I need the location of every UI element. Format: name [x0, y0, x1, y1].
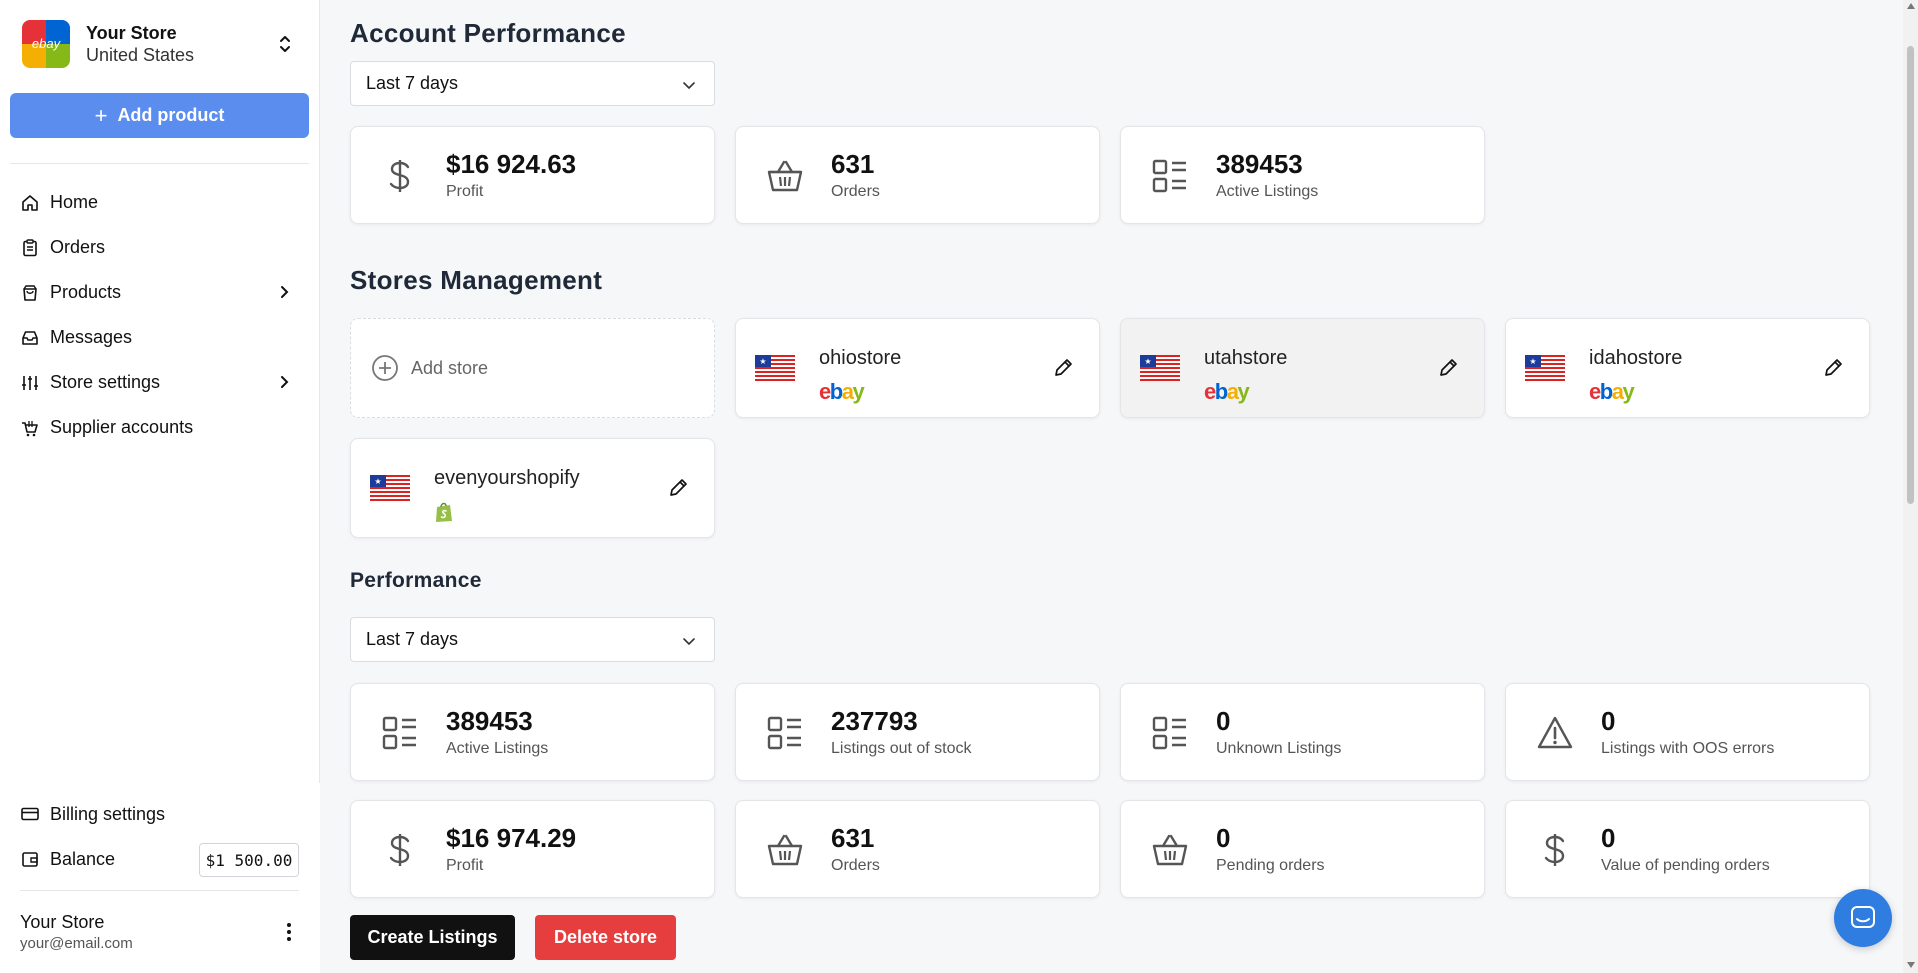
orders-card: 631 Orders: [735, 126, 1100, 224]
wallet-icon: [22, 852, 38, 867]
svg-text:★: ★: [759, 357, 766, 366]
chevron-down-icon: [683, 638, 695, 646]
pencil-icon[interactable]: [1052, 357, 1074, 379]
basket-icon: [767, 160, 803, 192]
scroll-down-icon[interactable]: [1907, 962, 1915, 968]
inbox-icon: [22, 330, 38, 345]
pencil-icon[interactable]: [1822, 357, 1844, 379]
store-card-evenyourshopify[interactable]: ★ evenyourshopify: [350, 438, 715, 538]
chevron-down-icon: [683, 82, 695, 90]
account-period-select[interactable]: Last 7 days: [350, 61, 715, 106]
sidebar-item-store-settings[interactable]: Store settings: [10, 360, 309, 405]
sliders-icon: [22, 375, 38, 390]
ebay-logo-icon: ebay: [1589, 379, 1635, 404]
chevron-up-down-icon: [280, 36, 290, 52]
performance-period-select[interactable]: Last 7 days: [350, 617, 715, 662]
vertical-scrollbar[interactable]: [1903, 0, 1918, 973]
user-name: Your Store: [20, 912, 105, 932]
cart-icon: [22, 420, 38, 436]
divider: [10, 163, 309, 164]
balance-value: $1 500.00: [199, 843, 299, 877]
balance-row: Balance: [20, 839, 115, 879]
dollar-icon: [389, 834, 410, 866]
stores-management-title: Stores Management: [350, 265, 603, 295]
pending-value-card: 0 Value of pending orders: [1505, 800, 1870, 898]
us-flag-icon: ★: [755, 355, 795, 381]
store-country: United States: [86, 44, 195, 65]
oos-errors-card: 0 Listings with OOS errors: [1505, 683, 1870, 781]
list-icon: [1152, 716, 1186, 750]
warning-icon: [1537, 716, 1573, 749]
sidebar-item-products[interactable]: Products: [10, 270, 309, 315]
ebay-logo-icon: ebay: [819, 379, 865, 404]
user-email: your@email.com: [20, 935, 133, 952]
sidebar-item-home[interactable]: Home: [10, 180, 309, 225]
performance-title: Performance: [350, 569, 482, 592]
store-logo: ebay: [22, 20, 70, 68]
svg-text:★: ★: [1529, 357, 1536, 366]
store-card-ohiostore[interactable]: ★ ohiostore ebay: [735, 318, 1100, 418]
chat-launcher-button[interactable]: [1834, 889, 1892, 947]
bag-icon: [23, 284, 37, 301]
list-icon: [767, 716, 801, 750]
scroll-up-icon[interactable]: [1907, 3, 1915, 9]
credit-card-icon: [21, 807, 39, 821]
sidebar: ebay Your Store United States + Add prod…: [0, 0, 320, 973]
add-store-button[interactable]: Add store: [350, 318, 715, 418]
dollar-icon: [1544, 834, 1565, 866]
unknown-listings-card: 0 Unknown Listings: [1120, 683, 1485, 781]
chevron-right-icon: [281, 286, 289, 298]
pencil-icon[interactable]: [667, 477, 689, 499]
profit-card: $16 924.63 Profit: [350, 126, 715, 224]
billing-settings-link[interactable]: Billing settings: [20, 794, 165, 834]
dollar-icon: [389, 160, 410, 192]
clipboard-icon: [23, 238, 37, 256]
orders-card: 631 Orders: [735, 800, 1100, 898]
profit-card: $16 974.29 Profit: [350, 800, 715, 898]
delete-store-button[interactable]: Delete store: [535, 915, 676, 960]
list-icon: [382, 716, 416, 750]
svg-text:★: ★: [1144, 357, 1151, 366]
sidebar-footer: Billing settings Balance $1 500.00 Your …: [0, 783, 320, 973]
pencil-icon[interactable]: [1437, 357, 1459, 379]
chat-icon: [1851, 906, 1875, 928]
pending-orders-card: 0 Pending orders: [1120, 800, 1485, 898]
more-vertical-icon[interactable]: [280, 920, 298, 944]
active-listings-card: 389453 Active Listings: [350, 683, 715, 781]
basket-icon: [767, 834, 803, 866]
home-icon: [22, 194, 38, 211]
divider: [20, 890, 299, 891]
sidebar-nav: Home Orders Products Messages Store sett…: [10, 180, 309, 450]
plus-icon: +: [94, 102, 108, 128]
store-name: Your Store: [86, 22, 177, 43]
shopify-logo-icon: [436, 502, 452, 522]
create-listings-button[interactable]: Create Listings: [350, 915, 515, 960]
list-icon: [1152, 159, 1186, 193]
scrollbar-thumb[interactable]: [1907, 46, 1914, 504]
us-flag-icon: ★: [1525, 355, 1565, 381]
sidebar-item-orders[interactable]: Orders: [10, 225, 309, 270]
us-flag-icon: ★: [1140, 355, 1180, 381]
add-circle-icon: [372, 355, 398, 381]
account-performance-title: Account Performance: [350, 18, 626, 48]
active-listings-card: 389453 Active Listings: [1120, 126, 1485, 224]
store-switcher[interactable]: ebay Your Store United States: [22, 20, 302, 68]
out-of-stock-card: 237793 Listings out of stock: [735, 683, 1100, 781]
sidebar-item-messages[interactable]: Messages: [10, 315, 309, 360]
us-flag-icon: ★: [370, 475, 410, 501]
basket-icon: [1152, 834, 1188, 866]
store-card-utahstore[interactable]: ★ utahstore ebay: [1120, 318, 1485, 418]
add-product-button[interactable]: + Add product: [10, 93, 309, 138]
svg-text:★: ★: [374, 477, 381, 486]
ebay-logo-icon: ebay: [1204, 379, 1250, 404]
sidebar-item-supplier-accounts[interactable]: Supplier accounts: [10, 405, 309, 450]
chevron-right-icon: [281, 376, 289, 388]
store-card-idahostore[interactable]: ★ idahostore ebay: [1505, 318, 1870, 418]
